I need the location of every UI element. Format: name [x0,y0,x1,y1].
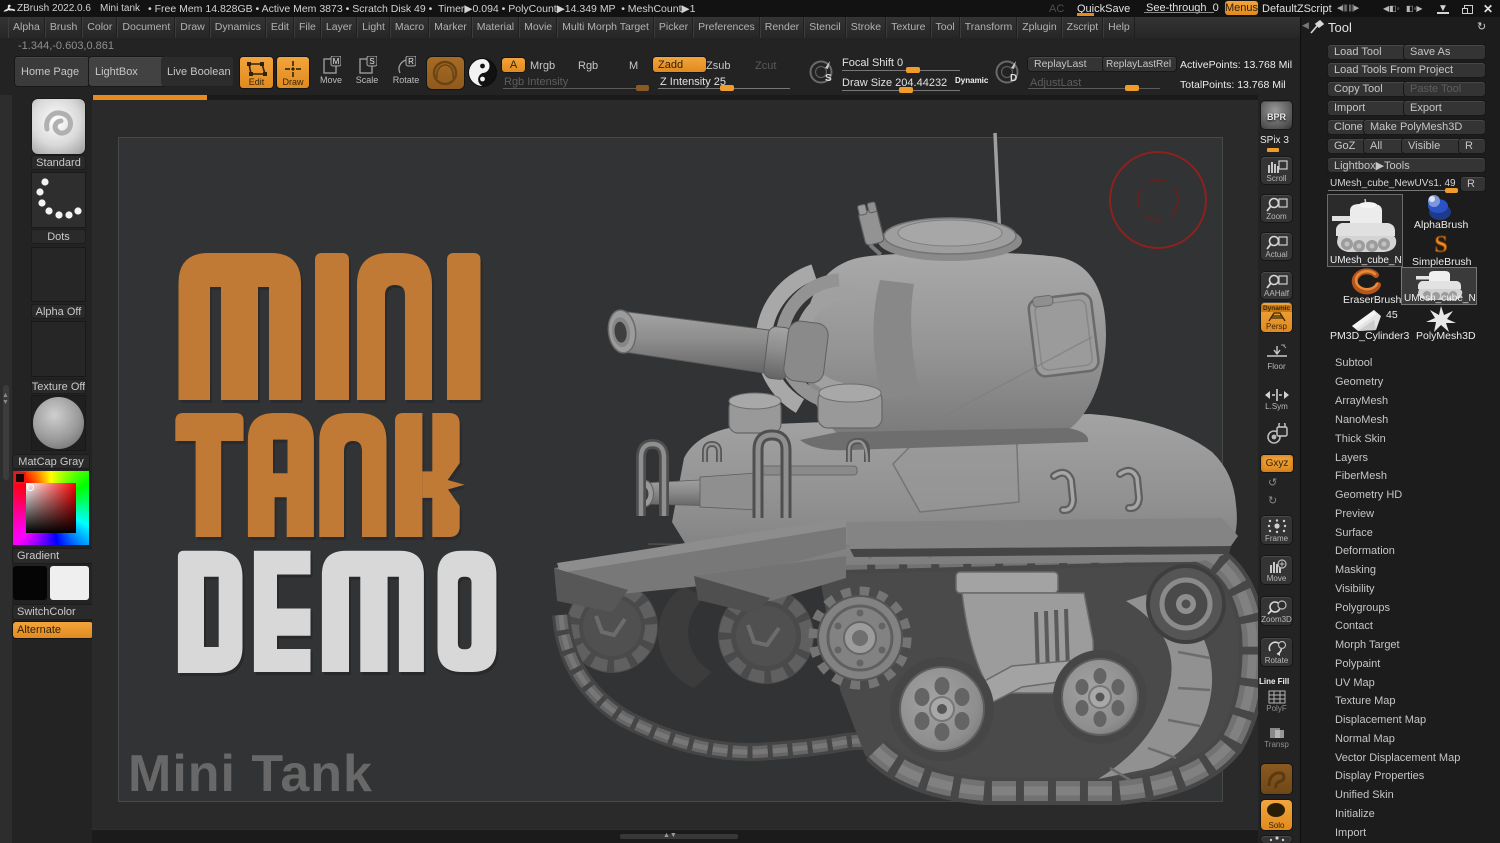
svg-text:D: D [1010,73,1017,84]
svg-text:Mini Tank: Mini Tank [128,745,373,803]
svg-text:R: R [408,57,414,66]
svg-text:S: S [825,73,832,84]
svg-text:M: M [333,57,340,66]
svg-text:S: S [1434,232,1447,257]
svg-text:UMesh_cube_Ne: UMesh_cube_Ne [1330,255,1402,266]
svg-text:UMesh_cube_Ne: UMesh_cube_Ne [1404,293,1476,304]
svg-text:S: S [369,57,374,66]
